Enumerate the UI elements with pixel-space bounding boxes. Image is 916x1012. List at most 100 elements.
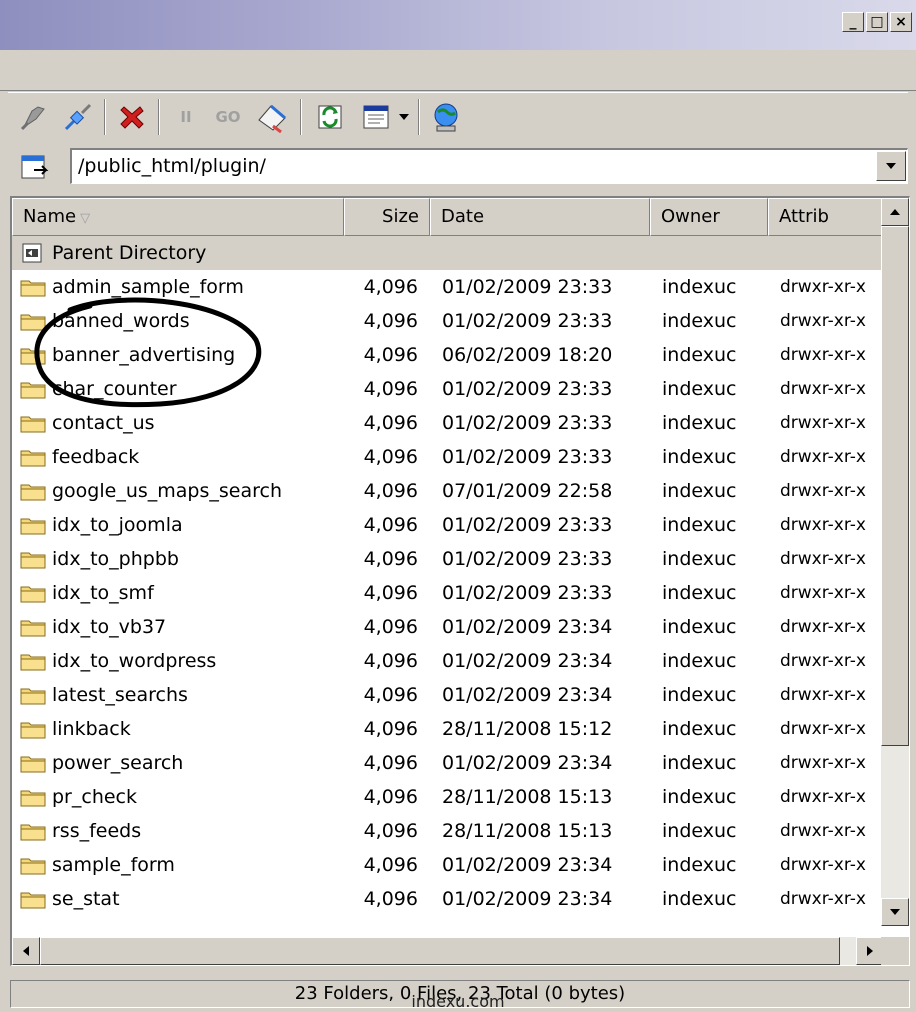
header-size[interactable]: Size (344, 198, 430, 236)
file-date: 28/11/2008 15:13 (442, 786, 613, 808)
file-row[interactable]: rss_feeds 4,096 28/11/2008 15:13 indexuc drw… (12, 814, 884, 848)
name-cell: latest_searchs (20, 678, 188, 712)
file-row[interactable]: linkback 4,096 28/11/2008 15:12 indexuc drwx… (12, 712, 884, 746)
view-icon[interactable] (358, 99, 394, 135)
erase-icon[interactable] (254, 99, 290, 135)
globe-icon[interactable] (428, 99, 464, 135)
path-text: /public_html/plugin/ (78, 155, 266, 177)
path-input[interactable]: /public_html/plugin/ (70, 148, 908, 184)
arrow-up-icon (890, 209, 900, 215)
file-date: 01/02/2009 23:33 (442, 514, 613, 536)
file-size: 4,096 (363, 854, 418, 876)
folder-icon (20, 382, 46, 399)
file-row[interactable]: contact_us 4,096 01/02/2009 23:33 indexuc dr… (12, 406, 884, 440)
refresh-icon[interactable] (312, 99, 348, 135)
file-row[interactable]: idx_to_phpbb 4,096 01/02/2009 23:33 indexuc… (12, 542, 884, 576)
file-row[interactable]: se_stat 4,096 01/02/2009 23:34 indexuc drwxr… (12, 882, 884, 916)
file-date: 01/02/2009 23:33 (442, 582, 613, 604)
file-row[interactable]: feedback 4,096 01/02/2009 23:33 indexuc drwx… (12, 440, 884, 474)
disconnect-icon[interactable] (60, 99, 96, 135)
file-name: banner_advertising (52, 344, 236, 366)
name-cell: idx_to_joomla (20, 508, 183, 542)
go-button[interactable]: GO (206, 99, 250, 135)
file-size: 4,096 (363, 888, 418, 910)
header-owner[interactable]: Owner (650, 198, 768, 236)
parent-directory-row[interactable]: Parent Directory (12, 236, 884, 270)
vertical-scroll-thumb[interactable] (881, 226, 909, 746)
folder-icon (20, 756, 46, 773)
header-name[interactable]: Name ▽ (12, 198, 344, 236)
name-cell: contact_us (20, 406, 155, 440)
connect-icon[interactable] (16, 99, 52, 135)
folder-icon (20, 484, 46, 501)
menu-strip (0, 50, 916, 91)
file-size: 4,096 (363, 548, 418, 570)
scroll-left-button[interactable] (12, 937, 40, 965)
file-row[interactable]: idx_to_joomla 4,096 01/02/2009 23:33 indexu… (12, 508, 884, 542)
file-date: 07/01/2009 22:58 (442, 480, 613, 502)
file-owner: indexuc (662, 514, 737, 536)
file-list[interactable]: Name ▽ Size Date Owner Attrib Parent Dire… (10, 196, 910, 966)
file-row[interactable]: idx_to_smf 4,096 01/02/2009 23:33 indexuc dr… (12, 576, 884, 610)
file-row[interactable]: idx_to_wordpress 4,096 01/02/2009 23:34 ind… (12, 644, 884, 678)
column-header: Name ▽ Size Date Owner Attrib (12, 198, 884, 236)
file-row[interactable]: char_counter 4,096 01/02/2009 23:33 indexuc… (12, 372, 884, 406)
folder-icon (20, 722, 46, 739)
folder-icon (20, 450, 46, 467)
folder-icon (20, 688, 46, 705)
arrow-left-icon (23, 946, 29, 956)
folder-icon (20, 858, 46, 875)
path-dropdown-button[interactable] (876, 151, 906, 181)
scroll-up-button[interactable] (881, 198, 909, 226)
file-attrib: drwxr-xr-x (780, 549, 866, 569)
file-row[interactable]: admin_sample_form 4,096 01/02/2009 23:33 in… (12, 270, 884, 304)
toolbar-separator (300, 99, 302, 135)
file-size: 4,096 (363, 582, 418, 604)
file-size: 4,096 (363, 616, 418, 638)
scroll-down-button[interactable] (881, 898, 909, 926)
stop-icon[interactable] (114, 99, 150, 135)
file-row[interactable]: banner_advertising 4,096 06/02/2009 18:20 i… (12, 338, 884, 372)
file-row[interactable]: google_us_maps_search 4,096 07/01/2009 22:… (12, 474, 884, 508)
file-date: 01/02/2009 23:34 (442, 888, 613, 910)
horizontal-scroll-thumb[interactable] (40, 937, 840, 965)
horizontal-scrollbar[interactable] (12, 937, 884, 965)
file-row[interactable]: latest_searchs 4,096 01/02/2009 23:34 index… (12, 678, 884, 712)
file-size: 4,096 (363, 786, 418, 808)
file-attrib: drwxr-xr-x (780, 413, 866, 433)
file-row[interactable]: idx_to_vb37 4,096 01/02/2009 23:34 indexuc d… (12, 610, 884, 644)
dropdown-icon[interactable] (394, 99, 414, 135)
name-cell: char_counter (20, 372, 177, 406)
file-row[interactable]: power_search 4,096 01/02/2009 23:34 indexuc… (12, 746, 884, 780)
name-cell: power_search (20, 746, 183, 780)
minimize-button[interactable]: _ (842, 12, 864, 32)
file-name: power_search (52, 752, 184, 774)
file-name: contact_us (52, 412, 155, 434)
chevron-down-icon (886, 163, 896, 169)
name-cell: banner_advertising (20, 338, 235, 372)
maximize-button[interactable]: □ (866, 12, 888, 32)
close-button[interactable]: × (890, 12, 912, 32)
folder-icon (20, 518, 46, 535)
scroll-right-button[interactable] (856, 937, 884, 965)
name-cell: idx_to_smf (20, 576, 154, 610)
file-size: 4,096 (363, 310, 418, 332)
header-date[interactable]: Date (430, 198, 650, 236)
file-date: 01/02/2009 23:33 (442, 548, 613, 570)
file-name: se_stat (52, 888, 120, 910)
file-date: 28/11/2008 15:12 (442, 718, 613, 740)
file-row[interactable]: sample_form 4,096 01/02/2009 23:34 indexuc d… (12, 848, 884, 882)
header-attrib[interactable]: Attrib (768, 198, 884, 236)
file-attrib: drwxr-xr-x (780, 855, 866, 875)
file-row[interactable]: pr_check 4,096 28/11/2008 15:13 indexuc drwx… (12, 780, 884, 814)
folder-icon (20, 620, 46, 637)
file-attrib: drwxr-xr-x (780, 651, 866, 671)
file-attrib: drwxr-xr-x (780, 617, 866, 637)
file-attrib: drwxr-xr-x (780, 753, 866, 773)
file-attrib: drwxr-xr-x (780, 821, 866, 841)
file-attrib: drwxr-xr-x (780, 787, 866, 807)
vertical-scrollbar[interactable] (881, 198, 909, 926)
pause-button[interactable]: II (168, 99, 204, 135)
file-attrib: drwxr-xr-x (780, 311, 866, 331)
file-row[interactable]: banned_words 4,096 01/02/2009 23:33 indexuc… (12, 304, 884, 338)
